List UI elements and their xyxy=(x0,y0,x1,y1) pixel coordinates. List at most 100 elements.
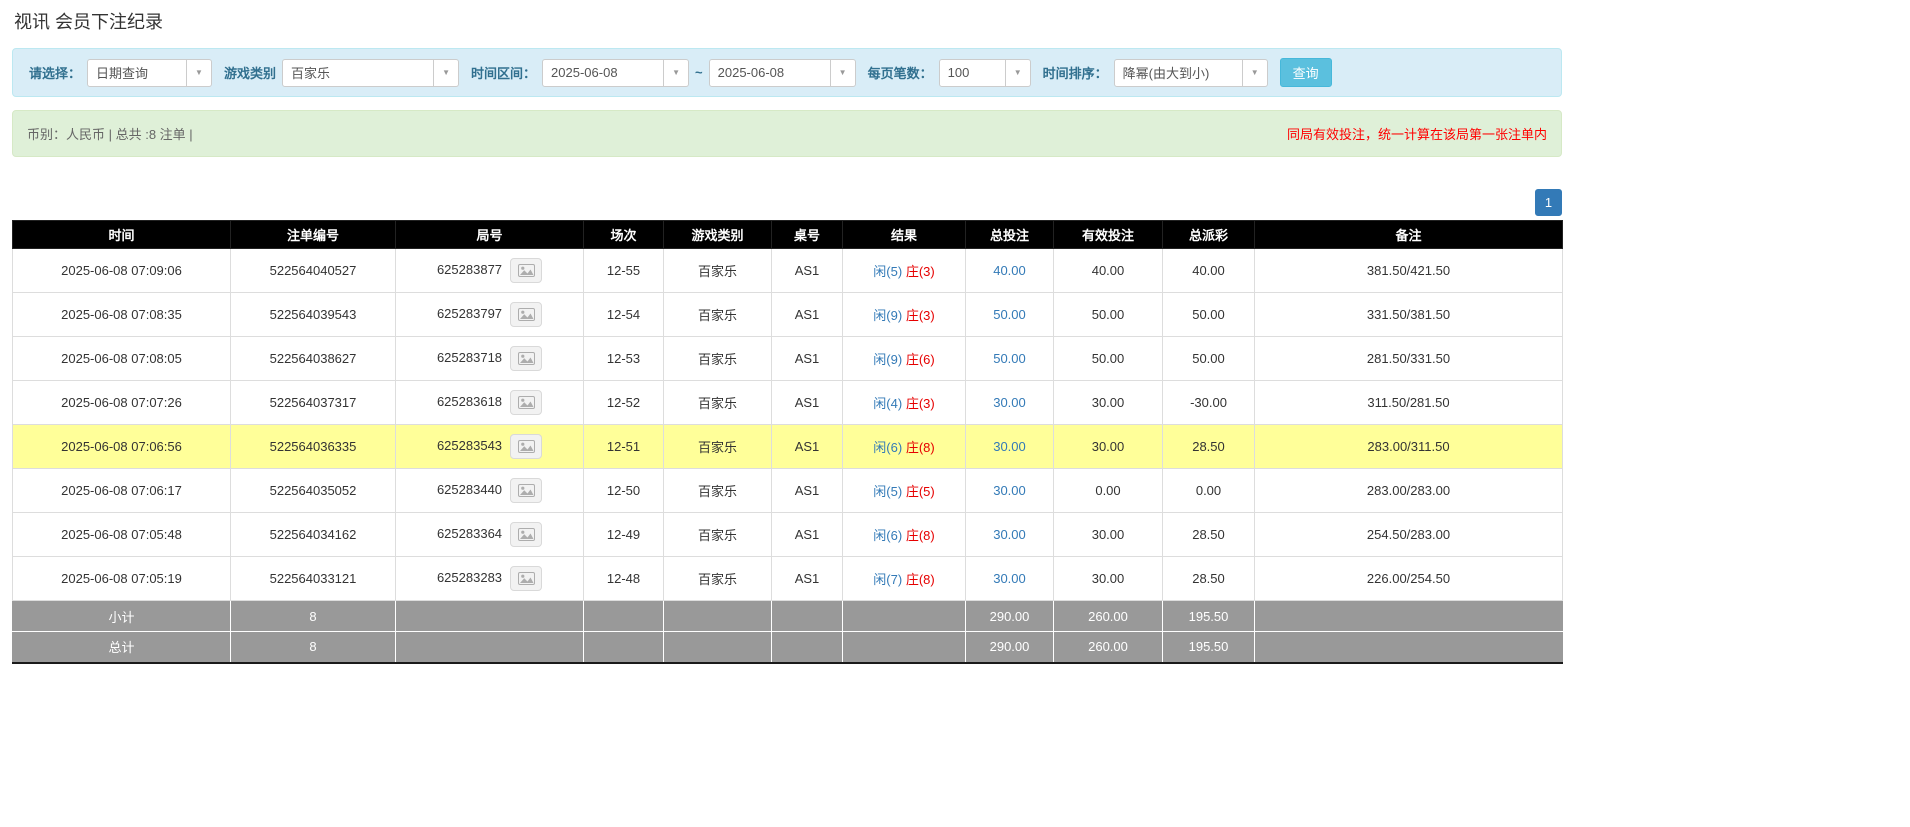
query-type-label: 请选择： xyxy=(29,63,81,82)
result-banker: 庄(6) xyxy=(906,352,935,367)
summary-empty xyxy=(1255,632,1563,663)
cell-time: 2025-06-08 07:07:26 xyxy=(13,381,231,425)
video-replay-button[interactable] xyxy=(510,346,542,371)
pagination: 1 xyxy=(12,189,1562,216)
result-player: 闲(6) xyxy=(873,440,902,455)
cell-time: 2025-06-08 07:09:06 xyxy=(13,249,231,293)
date-to-dropdown-button[interactable]: ▼ xyxy=(831,59,856,87)
cell-remark: 381.50/421.50 xyxy=(1255,249,1563,293)
cell-payout: 28.50 xyxy=(1163,425,1255,469)
total-bet-link[interactable]: 50.00 xyxy=(993,351,1026,366)
column-header-session: 场次 xyxy=(584,221,664,249)
summary-empty xyxy=(843,601,966,632)
game-type-dropdown-button[interactable]: ▼ xyxy=(434,59,459,87)
caret-down-icon: ▼ xyxy=(442,68,450,77)
summary-empty xyxy=(396,632,584,663)
result-banker: 庄(5) xyxy=(906,484,935,499)
summary-empty xyxy=(584,632,664,663)
date-from-combo: ▼ xyxy=(542,59,689,87)
date-to-input[interactable] xyxy=(709,59,831,87)
valid-bet-notice-text: 同局有效投注，统一计算在该局第一张注单内 xyxy=(1287,124,1547,143)
video-replay-button[interactable] xyxy=(510,390,542,415)
game-type-label: 游戏类别 xyxy=(224,63,276,82)
result-banker: 庄(3) xyxy=(906,308,935,323)
cell-result: 闲(4) 庄(3) xyxy=(843,381,966,425)
cell-total-bet: 30.00 xyxy=(966,381,1054,425)
info-bar: 币别：人民币 | 总共 :8 注单 | 同局有效投注，统一计算在该局第一张注单内 xyxy=(12,110,1562,157)
caret-down-icon: ▼ xyxy=(1014,68,1022,77)
video-replay-button[interactable] xyxy=(510,566,542,591)
video-replay-icon xyxy=(518,440,535,453)
cell-result: 闲(5) 庄(3) xyxy=(843,249,966,293)
result-player: 闲(9) xyxy=(873,308,902,323)
cell-round-id: 625283543 xyxy=(396,425,584,469)
currency-summary-text: 币别：人民币 | 总共 :8 注单 | xyxy=(27,124,193,143)
video-replay-button[interactable] xyxy=(510,522,542,547)
video-replay-icon xyxy=(518,352,535,365)
cell-session: 12-52 xyxy=(584,381,664,425)
cell-total-bet: 50.00 xyxy=(966,337,1054,381)
result-banker: 庄(8) xyxy=(906,440,935,455)
query-type-input[interactable] xyxy=(87,59,187,87)
cell-bet-id: 522564033121 xyxy=(231,557,396,601)
cell-bet-id: 522564035052 xyxy=(231,469,396,513)
cell-valid-bet: 30.00 xyxy=(1054,381,1163,425)
video-replay-button[interactable] xyxy=(510,434,542,459)
total-bet-link[interactable]: 50.00 xyxy=(993,307,1026,322)
column-header-total-bet: 总投注 xyxy=(966,221,1054,249)
video-replay-button[interactable] xyxy=(510,478,542,503)
cell-session: 12-50 xyxy=(584,469,664,513)
column-header-remark: 备注 xyxy=(1255,221,1563,249)
cell-payout: 28.50 xyxy=(1163,513,1255,557)
date-from-dropdown-button[interactable]: ▼ xyxy=(664,59,689,87)
page-container: 视讯 会员下注纪录 请选择： ▼ 游戏类别 ▼ 时间区间： ▼ ~ ▼ 每页笔数… xyxy=(12,8,1562,664)
total-bet-link[interactable]: 30.00 xyxy=(993,571,1026,586)
date-to-combo: ▼ xyxy=(709,59,856,87)
per-page-combo: ▼ xyxy=(939,59,1031,87)
cell-remark: 331.50/381.50 xyxy=(1255,293,1563,337)
date-from-input[interactable] xyxy=(542,59,664,87)
summary-label: 总计 xyxy=(13,632,231,663)
caret-down-icon: ▼ xyxy=(839,68,847,77)
search-button[interactable]: 查询 xyxy=(1280,58,1332,87)
cell-result: 闲(6) 庄(8) xyxy=(843,425,966,469)
subtotal-row: 小计8290.00260.00195.50 xyxy=(13,601,1563,632)
time-sort-label: 时间排序： xyxy=(1043,63,1108,82)
caret-down-icon: ▼ xyxy=(195,68,203,77)
per-page-dropdown-button[interactable]: ▼ xyxy=(1006,59,1031,87)
total-bet-link[interactable]: 30.00 xyxy=(993,527,1026,542)
total-bet-link[interactable]: 30.00 xyxy=(993,395,1026,410)
time-sort-dropdown-button[interactable]: ▼ xyxy=(1243,59,1268,87)
cell-time: 2025-06-08 07:06:56 xyxy=(13,425,231,469)
per-page-input[interactable] xyxy=(939,59,1006,87)
cell-result: 闲(5) 庄(5) xyxy=(843,469,966,513)
caret-down-icon: ▼ xyxy=(672,68,680,77)
cell-valid-bet: 30.00 xyxy=(1054,425,1163,469)
game-type-input[interactable] xyxy=(282,59,434,87)
cell-game: 百家乐 xyxy=(664,337,772,381)
total-bet-link[interactable]: 30.00 xyxy=(993,483,1026,498)
cell-remark: 311.50/281.50 xyxy=(1255,381,1563,425)
total-bet-link[interactable]: 40.00 xyxy=(993,263,1026,278)
column-header-table-no: 桌号 xyxy=(772,221,843,249)
cell-session: 12-49 xyxy=(584,513,664,557)
pagination-page-1[interactable]: 1 xyxy=(1535,189,1562,216)
cell-time: 2025-06-08 07:08:05 xyxy=(13,337,231,381)
table-row: 2025-06-08 07:05:48522564034162625283364… xyxy=(13,513,1563,557)
cell-result: 闲(9) 庄(6) xyxy=(843,337,966,381)
page-title: 视讯 会员下注纪录 xyxy=(14,8,1562,34)
cell-session: 12-51 xyxy=(584,425,664,469)
table-row: 2025-06-08 07:05:19522564033121625283283… xyxy=(13,557,1563,601)
video-replay-button[interactable] xyxy=(510,258,542,283)
per-page-label: 每页笔数： xyxy=(868,63,933,82)
video-replay-button[interactable] xyxy=(510,302,542,327)
cell-bet-id: 522564037317 xyxy=(231,381,396,425)
cell-valid-bet: 30.00 xyxy=(1054,557,1163,601)
query-type-dropdown-button[interactable]: ▼ xyxy=(187,59,212,87)
total-bet-link[interactable]: 30.00 xyxy=(993,439,1026,454)
summary-empty xyxy=(396,601,584,632)
cell-payout: 50.00 xyxy=(1163,337,1255,381)
summary-count: 8 xyxy=(231,632,396,663)
time-sort-input[interactable] xyxy=(1114,59,1243,87)
cell-game: 百家乐 xyxy=(664,469,772,513)
